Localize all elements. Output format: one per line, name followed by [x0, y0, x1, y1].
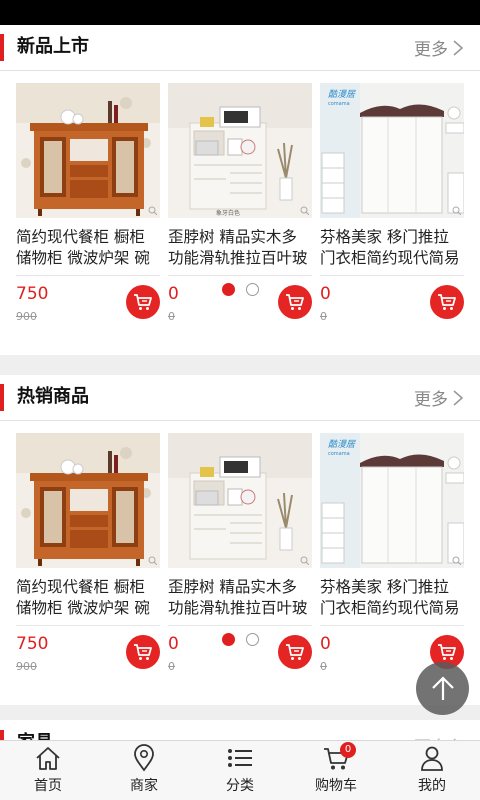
carousel-dot[interactable] [245, 633, 259, 646]
product-carousel[interactable]: 简约现代餐柜 橱柜储物柜 微波炉架 碗柜 750 900 [0, 421, 480, 673]
tab-label: 首页 [34, 778, 62, 794]
product-image-wardrobe[interactable]: 酷漫居 comama [320, 433, 464, 568]
tab-categories[interactable]: 分类 [192, 741, 288, 800]
product-name[interactable]: 歪脖树 精品实木多功能滑轨推拉百叶玻璃门 [168, 227, 312, 269]
back-to-top-button[interactable] [416, 662, 469, 715]
section-header: 热销商品 更多 [0, 375, 480, 421]
tab-home[interactable]: 首页 [0, 741, 96, 800]
image-brand-sub: comama [328, 451, 350, 457]
product-image-sideboard[interactable] [16, 83, 160, 218]
section-hot-sales: 热销商品 更多 简约现代餐柜 橱柜储物柜 微波炉架 碗 750 900 歪脖树 … [0, 375, 480, 705]
carousel-dot-active[interactable] [221, 283, 235, 296]
tab-cart[interactable]: 0 购物车 [288, 741, 384, 800]
image-caption: 象牙白色 [216, 209, 240, 217]
tab-label: 商家 [130, 778, 158, 794]
image-brand: 酷漫居 [328, 89, 356, 100]
location-pin-icon [134, 744, 154, 772]
zoom-icon [148, 206, 157, 215]
carousel-dots [0, 633, 480, 646]
product-name[interactable]: 简约现代餐柜 橱柜储物柜 微波炉架 碗柜 [16, 577, 160, 619]
person-icon [421, 746, 443, 771]
product-image-wardrobe[interactable]: 酷漫居 comama [320, 83, 464, 218]
product-image-sideboard[interactable] [16, 433, 160, 568]
product-name[interactable]: 芬格美家 移门推拉门衣柜简约现代简易组装 [320, 577, 464, 619]
chevron-right-icon [453, 39, 464, 56]
product-original-price: 0 [320, 310, 327, 323]
list-icon [228, 749, 252, 767]
tab-label: 我的 [418, 778, 446, 794]
arrow-up-icon [431, 675, 454, 700]
product-original-price: 900 [16, 310, 37, 323]
zoom-icon [300, 206, 309, 215]
cart-count-badge: 0 [340, 742, 356, 758]
carousel-dot[interactable] [245, 283, 259, 296]
carousel-dot-active[interactable] [221, 633, 235, 646]
product-image-microwave-cabinet[interactable]: 象牙白色 [168, 83, 312, 218]
product-name[interactable]: 芬格美家 移门推拉门衣柜简约现代简易组装 [320, 227, 464, 269]
section-header: 新品上市 更多 [0, 25, 480, 71]
product-original-price: 900 [16, 660, 37, 673]
bottom-tab-bar: 首页 商家 分类 0 购物车 我的 [0, 740, 480, 800]
zoom-icon [300, 556, 309, 565]
image-brand: 酷漫居 [328, 439, 356, 450]
section-title: 热销商品 [17, 386, 89, 407]
zoom-icon [148, 556, 157, 565]
product-image-microwave-cabinet[interactable] [168, 433, 312, 568]
more-label: 更多 [414, 40, 448, 60]
section-accent-bar [0, 384, 4, 411]
more-link[interactable]: 更多 [414, 385, 464, 410]
home-icon [36, 747, 60, 770]
carousel-dots [0, 283, 480, 296]
product-original-price: 0 [168, 310, 175, 323]
status-bar [0, 0, 480, 25]
more-link[interactable]: 更多 [414, 35, 464, 60]
zoom-icon [452, 206, 461, 215]
section-title: 新品上市 [17, 36, 89, 57]
product-carousel[interactable]: 简约现代餐柜 橱柜储物柜 微波炉架 碗柜 750 900 [0, 71, 480, 323]
zoom-icon [452, 556, 461, 565]
product-name[interactable]: 歪脖树 精品实木多功能滑轨推拉百叶玻璃门 [168, 577, 312, 619]
tab-profile[interactable]: 我的 [384, 741, 480, 800]
section-new-arrivals: 新品上市 更多 简约现代餐柜 橱柜储物柜 微波炉架 碗 750 900 象牙白色… [0, 25, 480, 355]
tab-label: 分类 [226, 778, 254, 794]
product-name[interactable]: 简约现代餐柜 橱柜储物柜 微波炉架 碗柜 [16, 227, 160, 269]
tab-label: 购物车 [315, 778, 357, 794]
image-brand-sub: comama [328, 101, 350, 107]
tab-merchants[interactable]: 商家 [96, 741, 192, 800]
section-accent-bar [0, 34, 4, 61]
product-original-price: 0 [320, 660, 327, 673]
product-original-price: 0 [168, 660, 175, 673]
more-label: 更多 [414, 390, 448, 410]
chevron-right-icon [453, 389, 464, 406]
